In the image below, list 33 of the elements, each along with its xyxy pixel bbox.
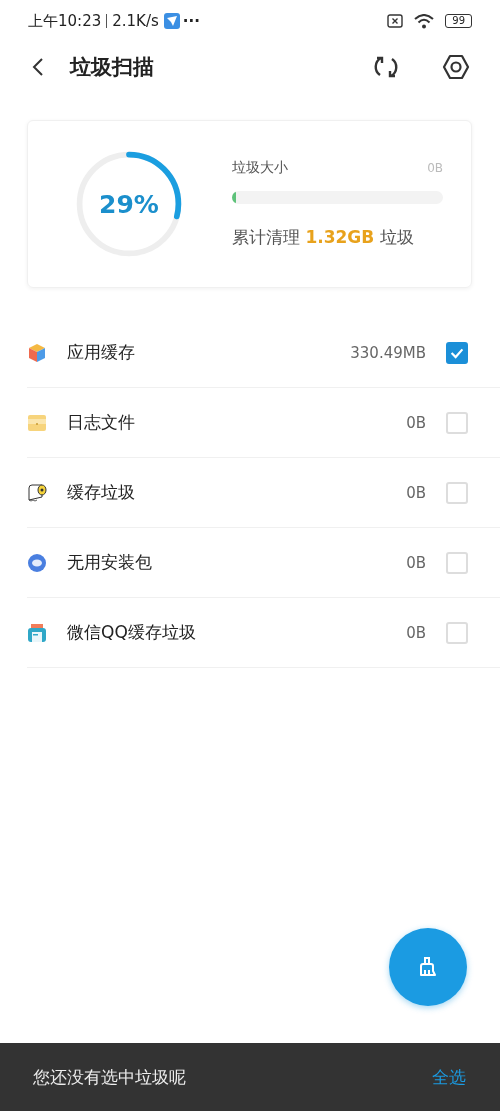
select-all-button[interactable]: 全选 <box>432 1065 466 1089</box>
disc-icon <box>27 552 47 573</box>
cube-icon <box>27 342 47 363</box>
no-sim-icon <box>387 14 404 28</box>
back-icon[interactable] <box>32 57 44 77</box>
paper-roll-icon <box>27 482 47 503</box>
category-size: 0B <box>406 553 426 572</box>
notification-app-icon <box>163 13 180 29</box>
page-title: 垃圾扫描 <box>70 54 154 81</box>
settings-icon[interactable] <box>442 53 470 81</box>
more-notifications: ··· <box>182 12 200 30</box>
category-label: 缓存垃圾 <box>67 481 135 504</box>
battery-indicator: 99 <box>445 14 472 28</box>
category-checkbox[interactable] <box>446 341 468 364</box>
category-size: 330.49MB <box>350 343 426 362</box>
network-speed: 2.1K/s <box>112 12 159 30</box>
total-cleaned-text: 累计清理 1.32GB 垃圾 <box>232 226 415 249</box>
status-time: 上午10:23 <box>28 11 102 31</box>
size-value: 0B <box>427 161 443 175</box>
selection-message: 您还没有选中垃圾呢 <box>33 1065 186 1089</box>
category-label: 应用缓存 <box>67 341 135 364</box>
printer-icon <box>27 622 47 643</box>
percent-text: 29% <box>99 189 159 219</box>
folder-icon <box>27 412 47 433</box>
wifi-icon <box>414 13 435 29</box>
category-label: 无用安装包 <box>67 551 152 574</box>
clean-button[interactable] <box>389 928 467 1006</box>
category-label: 日志文件 <box>67 411 135 434</box>
category-size: 0B <box>406 623 426 642</box>
category-label: 微信QQ缓存垃圾 <box>67 621 196 644</box>
size-label: 垃圾大小 <box>232 159 288 177</box>
category-size: 0B <box>406 483 426 502</box>
category-size: 0B <box>406 413 426 432</box>
